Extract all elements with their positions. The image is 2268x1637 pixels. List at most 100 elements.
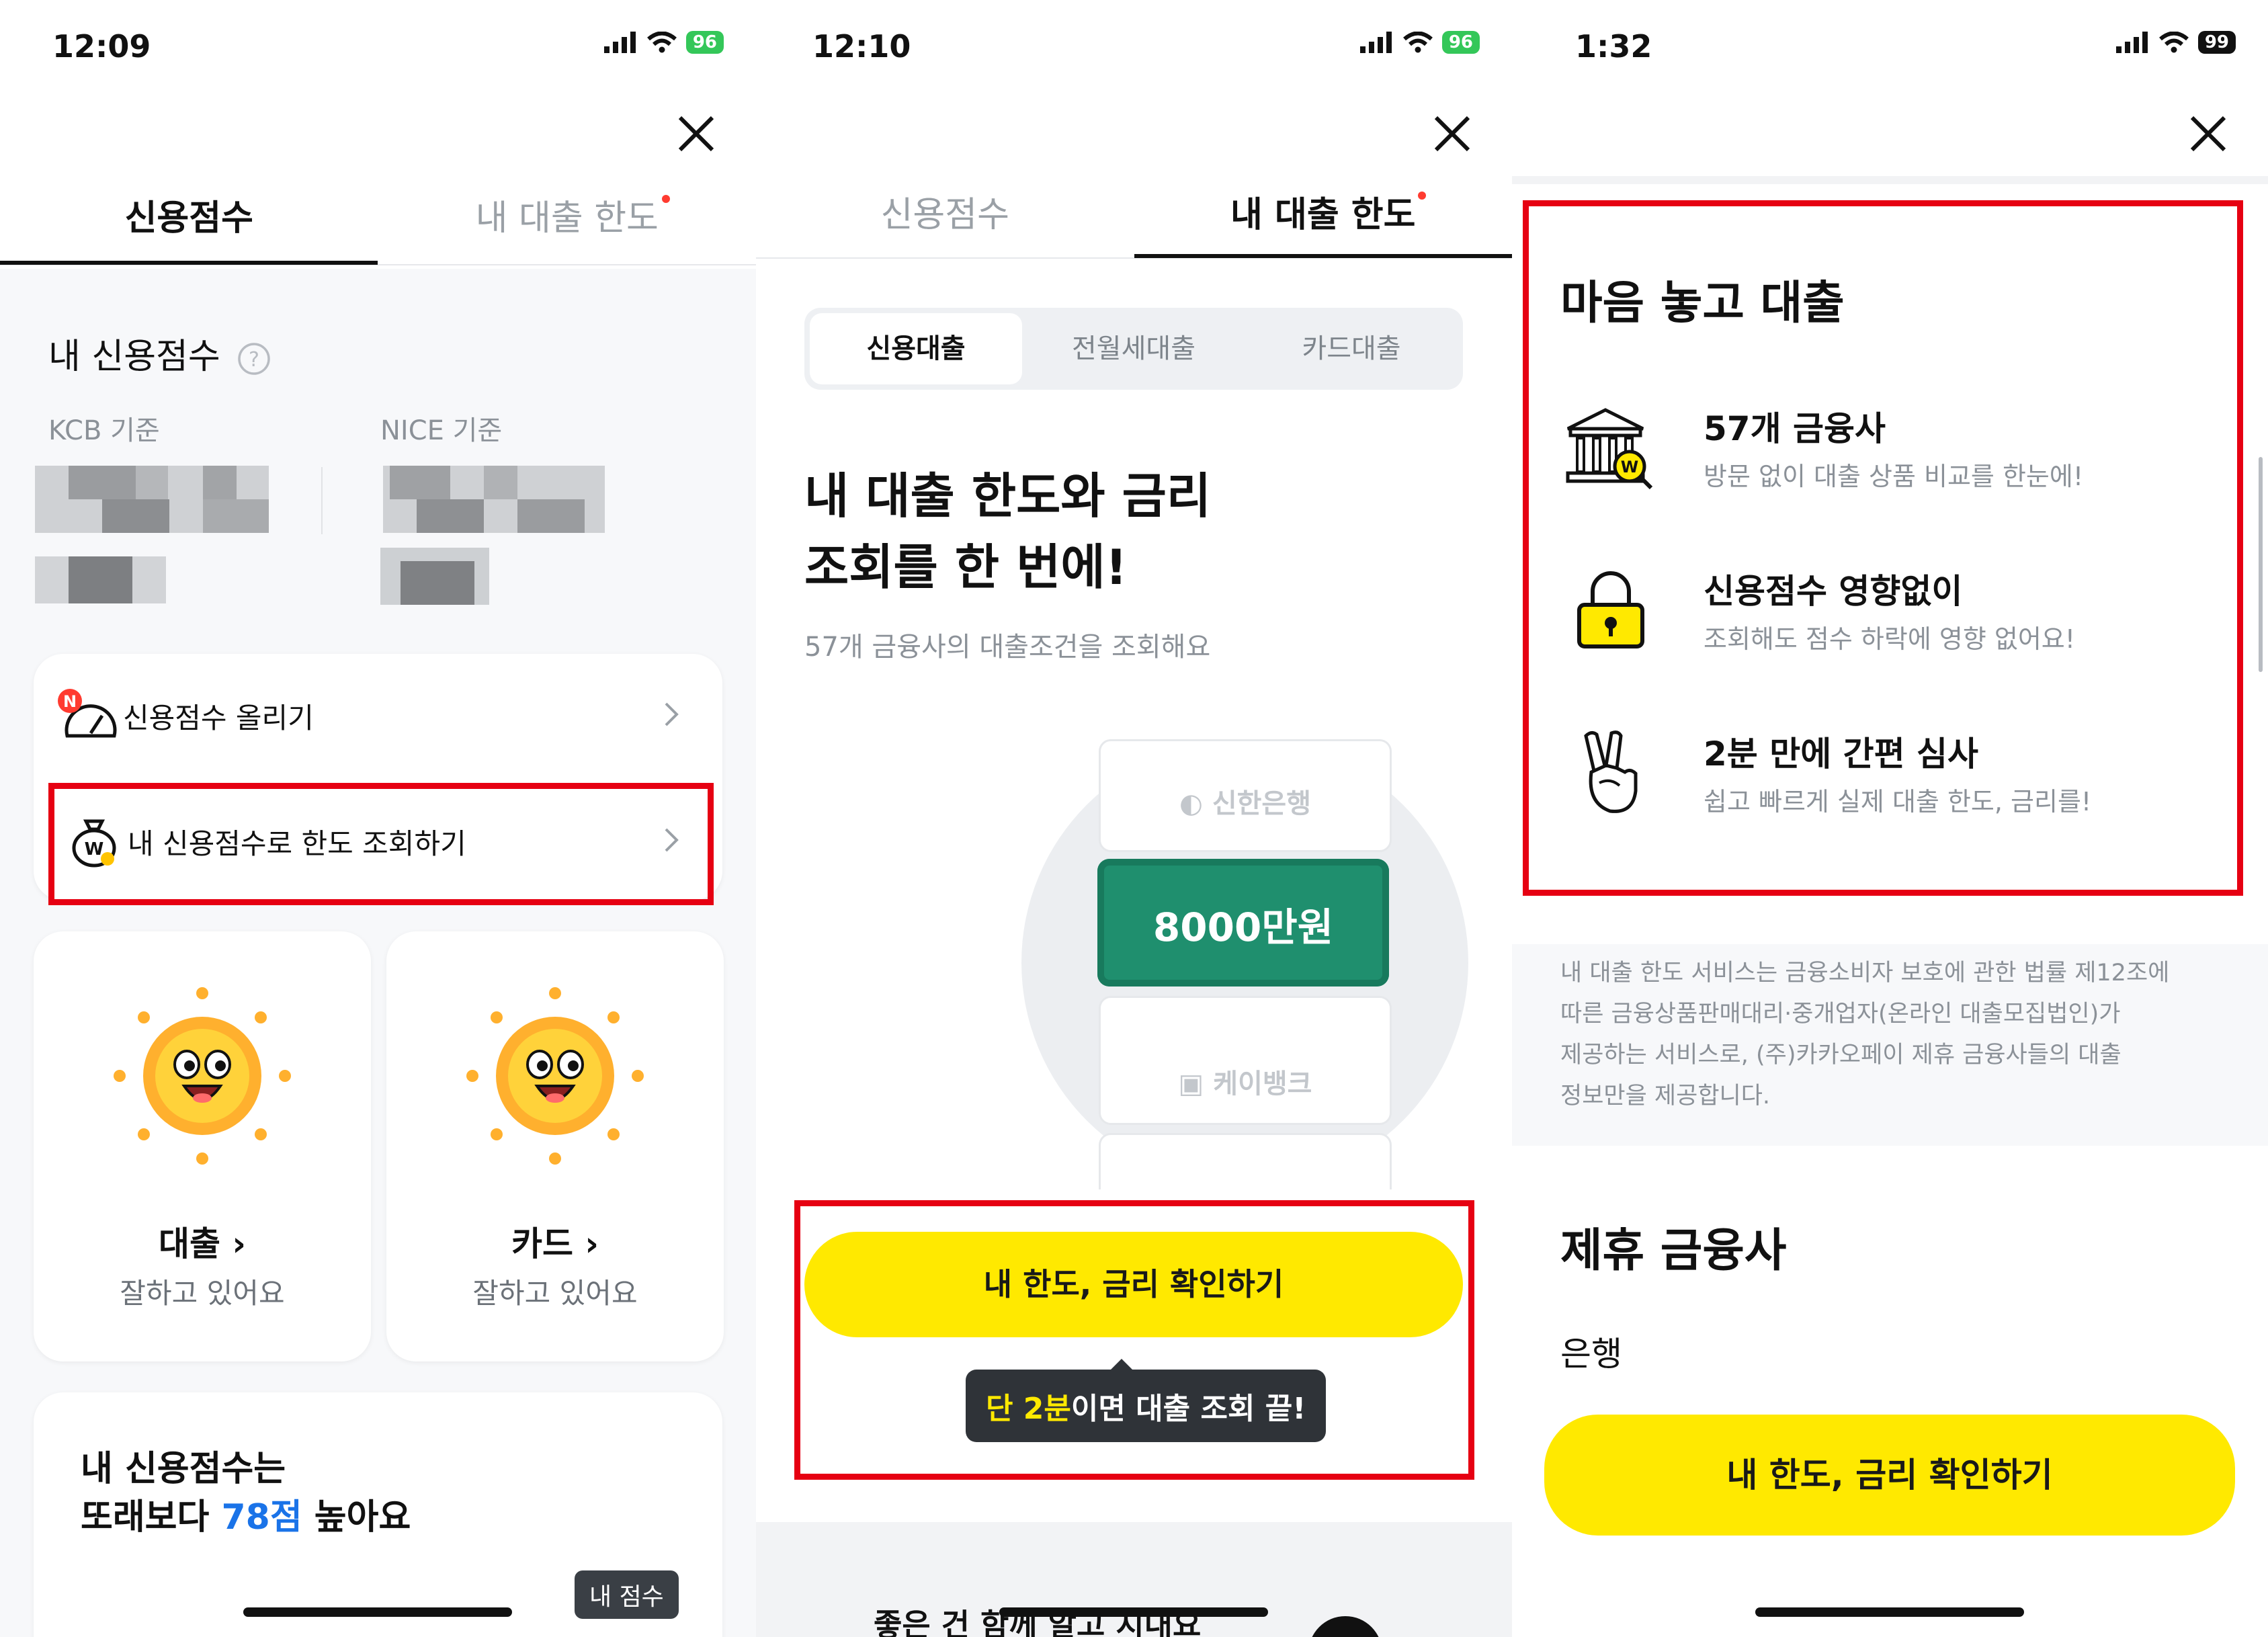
bank-name-top-text: 신한은행 [1212,788,1312,819]
bank-card-bottom: ▣ 케이뱅크 [1099,996,1392,1125]
peer-compare-card: 내 신용점수는 또래보다 78점 높아요 내 점수 [34,1392,722,1637]
bank-name-top: ◐ 신한은행 [1101,782,1390,821]
my-score-title-text: 내 신용점수 [48,337,220,377]
tab-loan-limit[interactable]: 내 대출 한도 [378,175,757,265]
svg-text:?: ? [249,348,259,372]
chevron-right-icon: › [232,1224,247,1263]
chevron-right-icon [665,702,679,726]
help-icon[interactable]: ? [237,341,271,376]
scrollbar[interactable] [2259,457,2263,672]
status-icons: 99 [2115,31,2236,54]
signal-icon [1359,32,1392,53]
money-card: 8000만원 [1097,859,1389,987]
segment-jeonse-loan[interactable]: 전월세대출 [1027,313,1240,384]
disclaimer-line: 정보만을 제공합니다. [1560,1083,1771,1109]
peer-compare-line2: 또래보다 78점 높아요 [81,1493,411,1542]
gauge-icon: N [58,689,117,738]
close-icon[interactable] [673,111,719,157]
card-card-title: 카드 › [386,1217,724,1265]
peer-compare-text: 내 신용점수는 또래보다 78점 높아요 [81,1445,411,1542]
tab-bar: 신용점수 내 대출 한도 [0,175,756,265]
loan-type-segment: 신용대출 전월세대출 카드대출 [804,308,1463,390]
card-card-subtitle: 잘하고 있어요 [472,1277,638,1310]
signal-icon [603,32,636,53]
panel-loan-benefits: 1:32 99 마음 놓고 대출 W 57개 금융사 방문 없이 대출 상품 비… [1512,0,2268,1637]
card-card-title-text: 카드 [511,1224,573,1263]
kcb-score-blurred [35,466,269,533]
partners-title: 제휴 금융사 [1560,1224,1787,1277]
disclaimer: 내 대출 한도 서비스는 금융소비자 보호에 관한 법률 제12조에 따른 금융… [1560,953,2169,1117]
my-score-title: 내 신용점수 ? [48,328,271,378]
headline-line1: 내 대출 한도와 금리 [804,468,1212,524]
headline: 내 대출 한도와 금리 조회를 한 번에! [804,460,1211,603]
panel-credit-score: 12:09 96 신용점수 내 대출 한도 내 신용점수 ? KCB 기준 NI… [0,0,756,1637]
bank-card-top: ◐ 신한은행 [1099,739,1392,852]
tab-credit-score[interactable]: 신용점수 [0,175,378,265]
bank-name-bottom-text: 케이뱅크 [1213,1068,1312,1099]
my-score-tooltip: 내 점수 [575,1570,679,1619]
status-icons: 96 [1359,31,1480,54]
menu-raise-score[interactable]: N 신용점수 올리기 [34,654,722,775]
bank-name-bottom: ▣ 케이뱅크 [1101,1062,1390,1101]
tab-loan-limit-label: 내 대출 한도 [1230,195,1416,235]
home-indicator [999,1607,1268,1617]
tab-credit-score-label: 신용점수 [880,195,1009,235]
loan-card-subtitle: 잘하고 있어요 [120,1277,285,1310]
signal-icon [2115,32,2148,53]
nice-score-sub-blurred [380,548,489,605]
tab-credit-score-label: 신용점수 [124,198,253,239]
status-icons: 96 [603,31,724,54]
disclaimer-line: 제공하는 서비스로, (주)카카오페이 제휴 금융사들의 대출 [1560,1042,2122,1068]
loan-card-title-text: 대출 [158,1224,220,1263]
loan-amount: 8000만원 [1152,905,1334,950]
loan-card-title: 대출 › [34,1217,371,1265]
score-divider [321,467,323,534]
peer-compare-highlight: 78점 [221,1497,302,1538]
new-dot [1418,192,1426,200]
nice-label: NICE 기준 [380,415,503,446]
tab-active-underline [0,261,378,265]
tab-loan-limit-label: 내 대출 한도 [475,198,659,239]
tab-active-underline [1134,254,1512,258]
highlight-box [48,783,714,905]
smiling-sun-icon [114,987,291,1165]
new-badge: N [63,692,77,711]
smiling-sun-icon [466,987,644,1165]
status-time: 12:10 [812,28,911,65]
headline-line2: 조회를 한 번에! [804,539,1128,595]
peer-compare-suffix: 높아요 [302,1497,411,1538]
segment-card-loan[interactable]: 카드대출 [1245,313,1458,384]
close-icon[interactable] [2185,111,2231,157]
check-limit-button[interactable]: 내 한도, 금리 확인하기 [1544,1415,2235,1536]
peer-compare-prefix: 또래보다 [81,1497,222,1538]
menu-raise-score-label: 신용점수 올리기 [123,702,314,734]
wifi-icon [646,32,677,53]
highlight-box [1523,200,2243,896]
nice-score-blurred [383,466,605,533]
card-status-card[interactable]: 카드 › 잘하고 있어요 [386,931,724,1361]
new-dot [662,195,670,203]
tab-bar: 신용점수 내 대출 한도 [756,171,1512,262]
peer-compare-line1: 내 신용점수는 [81,1449,286,1489]
next-section-title: 좋은 건 함께 알고 지내요 [874,1607,1202,1637]
section-divider [1512,176,2268,184]
kcb-label: KCB 기준 [48,415,160,446]
tab-credit-score[interactable]: 신용점수 [756,171,1134,262]
disclaimer-line: 내 대출 한도 서비스는 금융소비자 보호에 관한 법률 제12조에 [1560,960,2170,987]
chevron-right-icon: › [585,1224,599,1263]
close-icon[interactable] [1429,111,1475,157]
segment-credit-loan[interactable]: 신용대출 [810,313,1022,384]
status-time: 12:09 [52,28,151,65]
wifi-icon [2158,32,2189,53]
status-time: 1:32 [1575,28,1652,65]
kbank-logo-icon: ▣ [1178,1068,1204,1099]
battery-indicator: 96 [1441,31,1480,54]
home-indicator [1755,1607,2024,1617]
loan-status-card[interactable]: 대출 › 잘하고 있어요 [34,931,371,1361]
home-indicator [243,1607,512,1617]
tab-loan-limit[interactable]: 내 대출 한도 [1134,171,1513,262]
shinhan-logo-icon: ◐ [1179,788,1203,819]
kcb-score-sub-blurred [35,556,166,603]
wifi-icon [1402,32,1433,53]
battery-indicator: 96 [685,31,724,54]
